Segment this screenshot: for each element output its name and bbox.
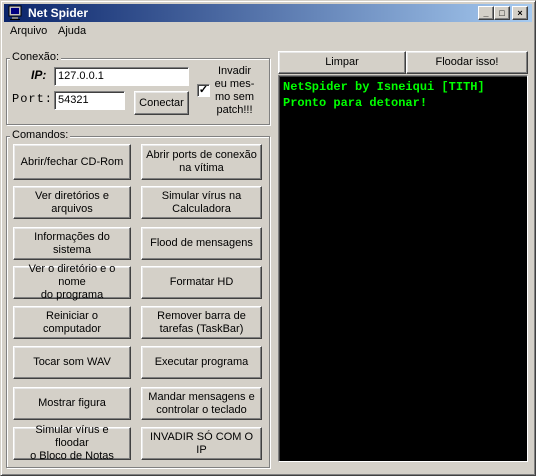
menu-bar: Arquivo Ajuda — [4, 23, 532, 41]
flood-this-button[interactable]: Floodar isso! — [406, 51, 528, 74]
invade-self-checkbox[interactable]: ✓ — [197, 84, 210, 97]
commands-group-label: Comandos: — [10, 129, 71, 141]
message-flood-button[interactable]: Flood de mensagens — [141, 227, 262, 260]
run-program-button[interactable]: Executar programa — [141, 346, 262, 379]
restart-computer-button[interactable]: Reiniciar o computador — [13, 306, 131, 339]
title-bar[interactable]: Net Spider _ □ × — [4, 4, 532, 22]
menu-arquivo[interactable]: Arquivo — [10, 25, 47, 37]
show-picture-button[interactable]: Mostrar figura — [13, 387, 131, 420]
open-close-cdrom-button[interactable]: Abrir/fechar CD-Rom — [13, 144, 131, 180]
invade-self-label: Invadir eu mes-mo sem patch!!! — [214, 65, 255, 116]
format-hd-button[interactable]: Formatar HD — [141, 266, 262, 299]
port-input[interactable]: 54321 — [54, 91, 125, 110]
ip-label: IP: — [31, 68, 47, 82]
console-line: NetSpider by Isneiqui [TITH] — [283, 80, 485, 94]
maximize-button[interactable]: □ — [494, 6, 510, 20]
remove-taskbar-button[interactable]: Remover barra de tarefas (TaskBar) — [141, 306, 262, 339]
simulate-calculator-virus-button[interactable]: Simular vírus na Calculadora — [141, 186, 262, 219]
system-info-button[interactable]: Informações do sistema — [13, 227, 131, 260]
connection-group-label: Conexão: — [10, 51, 62, 63]
play-wav-button[interactable]: Tocar som WAV — [13, 346, 131, 379]
notepad-virus-flood-button[interactable]: Simular vírus e floodar o Bloco de Notas — [13, 424, 131, 462]
view-directories-button[interactable]: Ver diretórios e arquivos — [13, 186, 131, 219]
window-title: Net Spider — [28, 6, 89, 20]
open-ports-button[interactable]: Abrir ports de conexão na vítima — [141, 144, 262, 180]
console-line: Pronto para detonar! — [283, 96, 428, 110]
output-console[interactable]: NetSpider by Isneiqui [TITH] Pronto para… — [278, 75, 528, 462]
minimize-button[interactable]: _ — [478, 6, 494, 20]
close-button[interactable]: × — [512, 6, 528, 20]
clear-button[interactable]: Limpar — [278, 51, 406, 74]
ip-input[interactable]: 127.0.0.1 — [54, 67, 189, 86]
connect-button[interactable]: Conectar — [134, 91, 189, 115]
send-messages-keyboard-button[interactable]: Mandar mensagens e controlar o teclado — [141, 387, 262, 420]
net-spider-window: Net Spider _ □ × Arquivo Ajuda Conexão: … — [0, 0, 536, 476]
view-program-directory-button[interactable]: Ver o diretório e o nome do programa — [13, 263, 131, 301]
invade-ip-only-button[interactable]: INVADIR SÓ COM O IP — [141, 427, 262, 460]
menu-ajuda[interactable]: Ajuda — [58, 25, 86, 37]
port-label: Port: — [12, 92, 54, 106]
app-icon — [8, 5, 22, 20]
